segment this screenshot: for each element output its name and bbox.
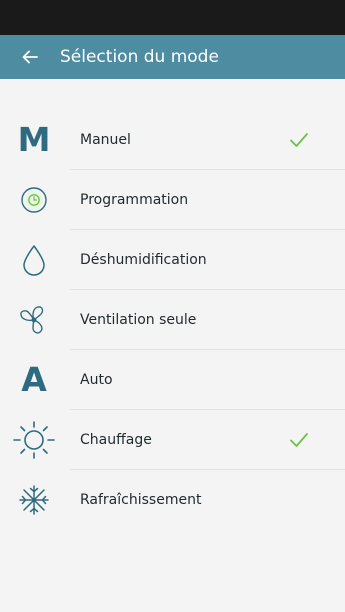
page-title: Sélection du mode (60, 47, 219, 67)
mode-item-rafraichissement[interactable]: Rafraîchissement (0, 470, 345, 530)
check-icon (290, 133, 308, 147)
fan-icon (16, 302, 52, 338)
mode-item-chauffage[interactable]: Chauffage (0, 410, 345, 470)
mode-item-deshumidification[interactable]: Déshumidification (0, 230, 345, 290)
app-bar: Sélection du mode (0, 35, 345, 79)
mode-label: Chauffage (80, 432, 152, 448)
letter-m-icon: M (17, 120, 51, 159)
sun-icon (12, 421, 56, 459)
status-bar (0, 0, 345, 35)
mode-label: Rafraîchissement (80, 492, 202, 508)
water-drop-icon (16, 242, 52, 278)
check-icon (290, 433, 308, 447)
mode-label: Déshumidification (80, 252, 207, 268)
mode-item-manuel[interactable]: M Manuel (0, 110, 345, 170)
clock-icon (16, 182, 52, 218)
mode-list: M Manuel Programmation Déshumidification (0, 110, 345, 530)
mode-item-programmation[interactable]: Programmation (0, 170, 345, 230)
arrow-left-icon (22, 50, 38, 64)
snowflake-icon (16, 482, 52, 518)
mode-label: Manuel (80, 132, 131, 148)
back-button[interactable] (0, 35, 60, 79)
letter-a-icon: A (21, 360, 47, 399)
mode-label: Programmation (80, 192, 189, 208)
mode-label: Ventilation seule (80, 312, 197, 328)
mode-item-auto[interactable]: A Auto (0, 350, 345, 410)
mode-item-ventilation-seule[interactable]: Ventilation seule (0, 290, 345, 350)
mode-label: Auto (80, 372, 113, 388)
